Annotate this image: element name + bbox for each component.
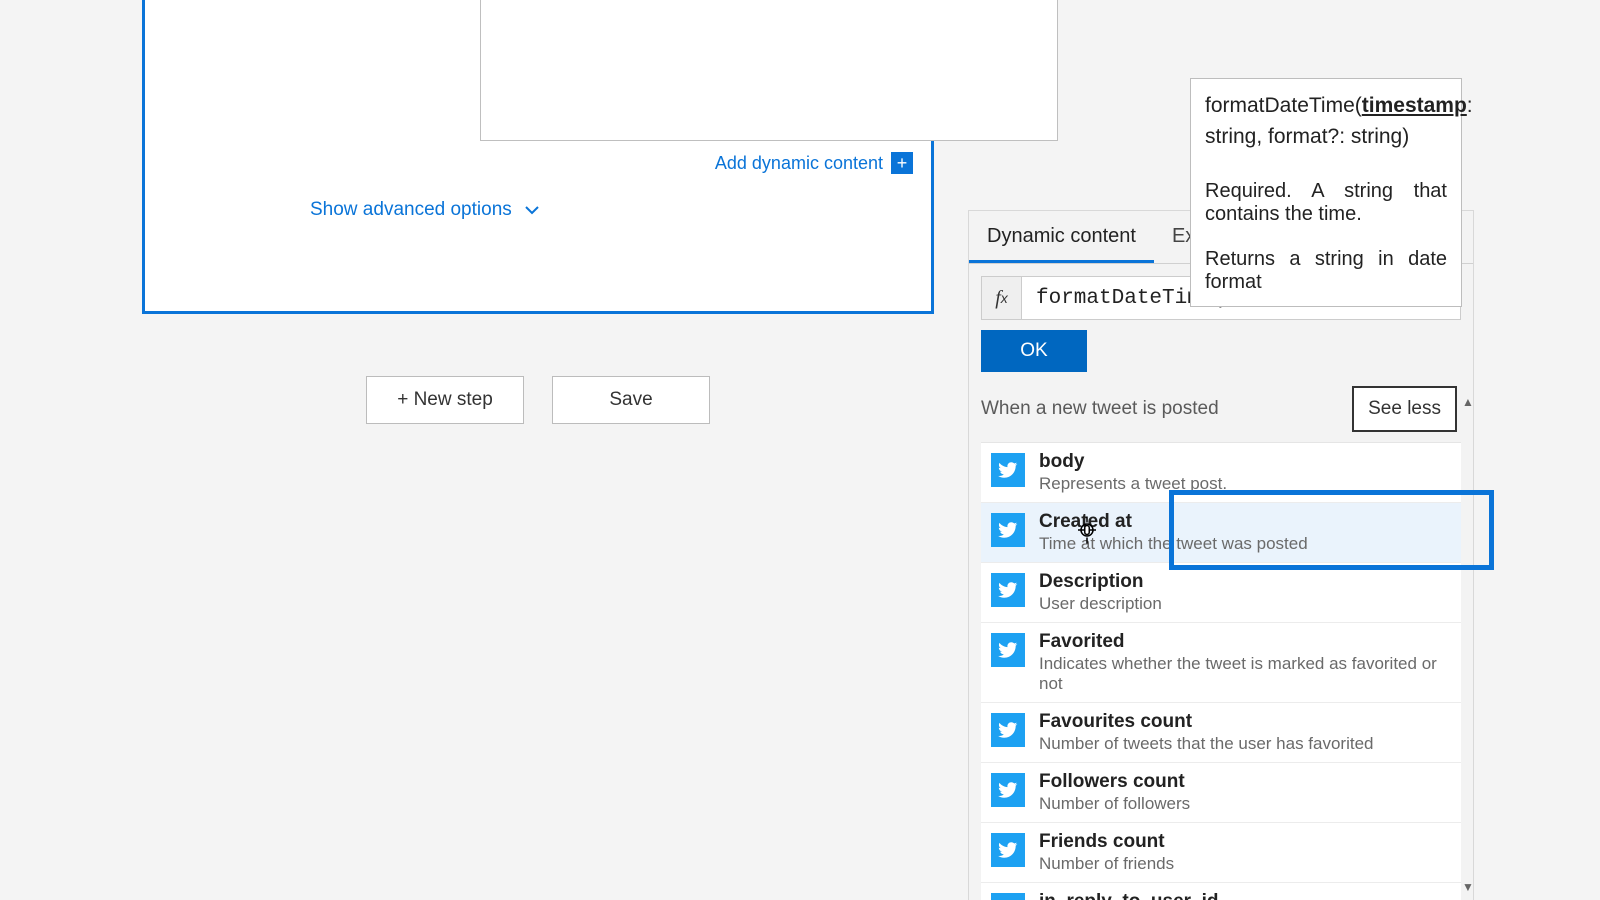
dynamic-content-list: bodyRepresents a tweet post.Created atTi… [981,442,1461,900]
list-item-title: in_reply_to_user_id [1039,891,1451,900]
tooltip-signature: formatDateTime(timestamp: string, format… [1205,91,1447,154]
field-label-time: Time: [495,0,539,2]
function-tooltip: formatDateTime(timestamp: string, format… [1190,78,1462,307]
list-item[interactable]: Created atTime at which the tweet was po… [981,503,1461,563]
list-item[interactable]: Followers countNumber of followers [981,763,1461,823]
twitter-icon [991,773,1025,807]
list-item-title: Created at [1039,511,1308,533]
list-item-desc: Represents a tweet post. [1039,474,1227,494]
dynamic-content-panel: Dynamic content Exp fx formatDateTime( O… [968,210,1474,900]
add-dynamic-content-link[interactable]: Add dynamic content + [715,152,913,174]
list-item-title: Friends count [1039,831,1174,853]
list-item-title: body [1039,451,1227,473]
save-button[interactable]: Save [552,376,710,424]
list-item-desc: Number of followers [1039,794,1190,814]
ok-button[interactable]: OK [981,330,1087,372]
scrollbar-up-icon[interactable]: ▲ [1461,395,1475,409]
scrollbar-down-icon[interactable]: ▼ [1461,880,1475,894]
list-item-title: Favorited [1039,631,1451,653]
list-item[interactable]: Friends countNumber of friends [981,823,1461,883]
twitter-icon [991,713,1025,747]
action-card: Name of the user: Name × Time: Add dynam… [142,0,934,314]
list-item[interactable]: in_reply_to_user_idUser Id of the author… [981,883,1461,900]
list-item[interactable]: bodyRepresents a tweet post. [981,443,1461,503]
list-item[interactable]: FavoritedIndicates whether the tweet is … [981,623,1461,703]
new-step-button[interactable]: + New step [366,376,524,424]
list-item[interactable]: Favourites countNumber of tweets that th… [981,703,1461,763]
show-advanced-label: Show advanced options [310,199,512,221]
see-less-button[interactable]: See less [1352,386,1457,432]
tab-dynamic-content[interactable]: Dynamic content [969,211,1154,263]
twitter-icon [991,633,1025,667]
list-item-title: Favourites count [1039,711,1374,733]
twitter-icon [991,573,1025,607]
twitter-icon [991,513,1025,547]
plus-icon: + [891,152,913,174]
twitter-icon [991,833,1025,867]
list-item-desc: User description [1039,594,1162,614]
list-item[interactable]: DescriptionUser description [981,563,1461,623]
tooltip-required: Required. A string that contains the tim… [1205,180,1447,226]
twitter-icon [991,453,1025,487]
list-item-title: Followers count [1039,771,1190,793]
fx-icon: fx [982,277,1022,319]
list-item-desc: Number of tweets that the user has favor… [1039,734,1374,754]
list-item-desc: Indicates whether the tweet is marked as… [1039,654,1451,694]
show-advanced-options-link[interactable]: Show advanced options [310,199,540,221]
chevron-down-icon [524,202,540,218]
tooltip-body: Required. A string that contains the tim… [1205,180,1447,294]
list-item-desc: Time at which the tweet was posted [1039,534,1308,554]
message-body-editor[interactable]: Time: [480,0,1058,141]
add-dynamic-content-label: Add dynamic content [715,153,883,174]
list-item-desc: Number of friends [1039,854,1174,874]
section-title: When a new tweet is posted [981,398,1219,420]
list-item-title: Description [1039,571,1162,593]
tooltip-returns: Returns a string in date format [1205,248,1447,294]
section-header: When a new tweet is posted See less [981,386,1461,432]
twitter-icon [991,893,1025,900]
